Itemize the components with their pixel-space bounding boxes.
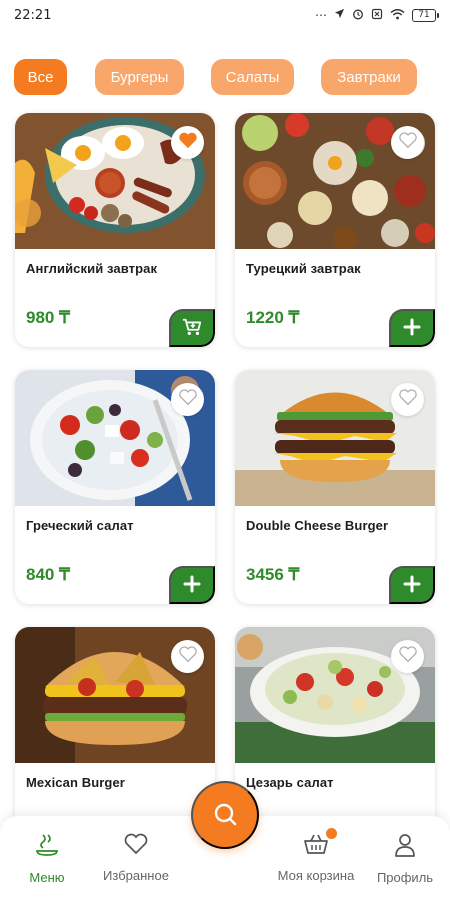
plus-icon — [403, 575, 421, 596]
product-name: Mexican Burger — [26, 775, 125, 790]
favorite-button[interactable] — [171, 383, 204, 416]
favorite-button[interactable] — [171, 640, 204, 673]
cart-add-icon — [181, 317, 203, 340]
category-filter: Все Бургеры Салаты Завтраки — [14, 59, 434, 95]
product-name: Турецкий завтрак — [246, 261, 361, 276]
heart-icon — [398, 645, 418, 668]
add-button[interactable] — [389, 309, 435, 347]
product-name: Греческий салат — [26, 518, 134, 533]
nav-label: Профиль — [376, 870, 434, 885]
nav-item-profile[interactable]: Профиль — [372, 832, 438, 885]
chip-salads[interactable]: Салаты — [211, 59, 294, 95]
product-card[interactable]: Турецкий завтрак 1220 ₸ — [235, 113, 435, 347]
heart-icon — [178, 645, 198, 668]
nav-item-cart[interactable]: Моя корзина — [270, 828, 362, 883]
chip-burgers[interactable]: Бургеры — [95, 59, 184, 95]
sim-icon — [371, 8, 383, 23]
plus-icon — [183, 575, 201, 596]
heart-icon — [398, 131, 418, 154]
location-icon — [334, 8, 345, 22]
dots-icon: ⋯ — [315, 8, 327, 22]
status-icons: ⋯ 71 — [315, 8, 439, 23]
add-button[interactable] — [389, 566, 435, 604]
favorite-button[interactable] — [391, 640, 424, 673]
status-bar: 22:21 ⋯ 71 — [0, 0, 450, 30]
product-card[interactable]: Английский завтрак 980 ₸ — [15, 113, 215, 347]
product-price: 980 ₸ — [26, 308, 70, 327]
profile-icon — [392, 832, 418, 861]
nav-item-favorites[interactable]: Избранное — [97, 832, 175, 883]
favorite-button[interactable] — [171, 126, 204, 159]
menu-dish-icon — [34, 832, 60, 861]
chip-all[interactable]: Все — [14, 59, 67, 95]
nav-label: Избранное — [103, 868, 169, 883]
nav-label: Моя корзина — [277, 868, 355, 883]
battery-indicator: 71 — [412, 8, 439, 22]
status-time: 22:21 — [14, 7, 52, 23]
wifi-icon — [390, 8, 405, 23]
product-price: 840 ₸ — [26, 565, 70, 584]
product-card[interactable]: Греческий салат 840 ₸ — [15, 370, 215, 604]
favorite-button[interactable] — [391, 126, 424, 159]
favorite-button[interactable] — [391, 383, 424, 416]
product-price: 3456 ₸ — [246, 565, 300, 584]
chip-breakfasts[interactable]: Завтраки — [321, 59, 417, 95]
product-name: Double Cheese Burger — [246, 518, 389, 533]
product-card[interactable]: Double Cheese Burger 3456 ₸ — [235, 370, 435, 604]
search-icon — [212, 801, 238, 830]
alarm-icon — [352, 8, 364, 23]
nav-item-menu[interactable]: Меню — [22, 832, 72, 885]
add-to-cart-button[interactable] — [169, 309, 215, 347]
heart-icon — [398, 388, 418, 411]
nav-label: Меню — [29, 870, 65, 885]
heart-filled-icon — [178, 131, 198, 154]
add-button[interactable] — [169, 566, 215, 604]
product-name: Английский завтрак — [26, 261, 158, 276]
basket-icon — [302, 828, 337, 859]
heart-icon — [178, 388, 198, 411]
plus-icon — [403, 318, 421, 339]
search-button[interactable] — [191, 781, 259, 849]
product-price: 1220 ₸ — [246, 308, 300, 327]
cart-badge — [326, 828, 337, 839]
heart-icon — [123, 832, 149, 859]
product-name: Цезарь салат — [246, 775, 334, 790]
